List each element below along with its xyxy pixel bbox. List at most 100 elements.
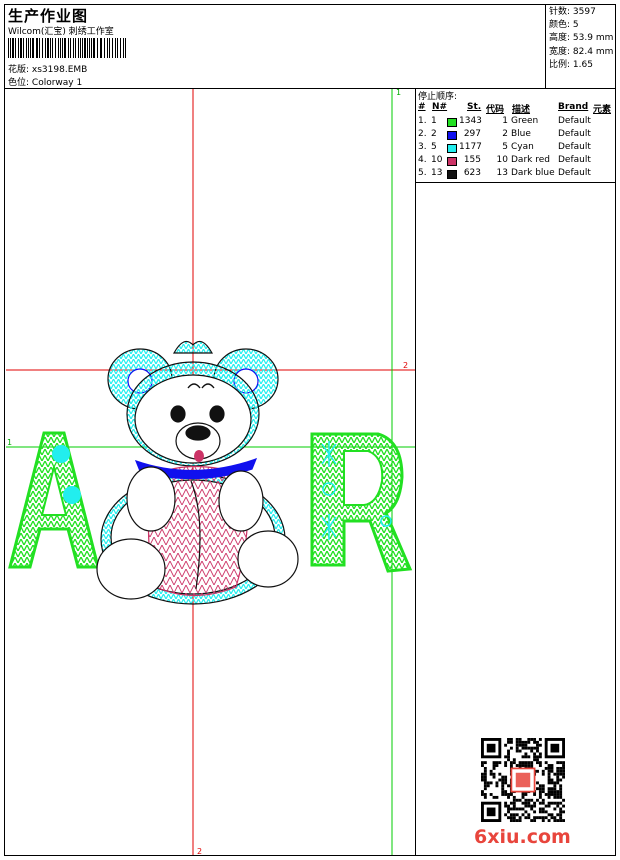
table-divider [415, 182, 616, 183]
colorway-row: 色位: Colorway 1 [8, 75, 82, 88]
barcode-bar [120, 38, 121, 58]
barcode-bar [18, 38, 19, 58]
stop-sequence-title: 停止顺序: [418, 92, 458, 102]
barcode-bar [68, 38, 69, 58]
barcode-bar [58, 38, 59, 58]
row-stitches: 1343 [459, 116, 482, 126]
row-stitches: 155 [463, 155, 481, 165]
stat-height: 高度: 53.9 mm [549, 33, 614, 44]
barcode-bar [104, 38, 105, 58]
barcode-bar [109, 38, 110, 58]
barcode-bar [52, 38, 53, 58]
barcode-bar [84, 38, 86, 58]
color-swatch [447, 157, 457, 166]
barcode-bar [28, 38, 29, 58]
row-description: Cyan [511, 142, 534, 152]
colorway-label: 色位: [8, 78, 30, 88]
col-n: N# [432, 102, 448, 112]
barcode-bar [36, 38, 38, 58]
barcode-bar [97, 38, 98, 58]
row-code: 10 [496, 155, 508, 165]
barcode-bar [125, 38, 126, 58]
row-brand: Default [558, 168, 591, 178]
row-code: 2 [502, 129, 508, 139]
row-description: Dark red [511, 155, 550, 165]
col-st: St. [467, 102, 482, 112]
color-swatch [447, 118, 457, 127]
barcode-bar [78, 38, 79, 58]
letter-r [310, 432, 413, 573]
guide-label-bottom: 2 [197, 847, 202, 855]
barcode-bar [123, 38, 124, 58]
row-needle: 1 [431, 116, 437, 126]
stat-width: 宽度: 82.4 mm [549, 46, 614, 57]
color-swatch [447, 144, 457, 153]
row-description: Green [511, 116, 539, 126]
row-description: Blue [511, 129, 531, 139]
barcode-bar [64, 38, 66, 58]
row-needle: 2 [431, 129, 437, 139]
bear [96, 340, 299, 605]
barcode-bar [15, 38, 16, 58]
stats-divider [545, 4, 546, 88]
barcode-bar [45, 38, 46, 58]
barcode-bar [55, 38, 56, 58]
barcode-bar [112, 38, 113, 58]
row-code: 13 [496, 168, 508, 178]
barcode-bar [39, 38, 40, 58]
stat-scale: 比例: 1.65 [549, 59, 593, 70]
company-name: Wilcom(汇宝) 刺绣工作室 [8, 27, 114, 37]
barcode-bar [91, 38, 92, 58]
barcode-bar [23, 38, 24, 58]
row-brand: Default [558, 155, 591, 165]
row-index: 1. [418, 116, 427, 126]
stat-colors: 颜色: 5 [549, 20, 579, 31]
row-index: 3. [418, 142, 427, 152]
embroidery-preview: 1 2 1 2 [6, 89, 415, 855]
barcode-bar [30, 38, 31, 58]
design-file: xs3198.EMB [31, 65, 88, 75]
barcode-bar [62, 38, 63, 58]
row-stitches: 1177 [459, 142, 482, 152]
col-code: 代码 [486, 105, 505, 115]
barcode-bar [50, 38, 51, 58]
barcode [8, 38, 126, 58]
barcode-bar [82, 38, 83, 58]
row-index: 4. [418, 155, 427, 165]
guide-label-top: 1 [396, 89, 401, 97]
barcode-bar [100, 38, 102, 58]
row-index: 2. [418, 129, 427, 139]
design-row: 花版: xs3198.EMB [8, 62, 87, 75]
row-needle: 10 [431, 155, 443, 165]
barcode-bar [26, 38, 27, 58]
barcode-bar [80, 38, 81, 58]
barcode-bar [93, 38, 95, 58]
barcode-bar [32, 38, 34, 58]
barcode-bar [8, 38, 9, 58]
barcode-bar [117, 38, 118, 58]
row-needle: 5 [431, 142, 437, 152]
guide-label-right: 2 [403, 361, 408, 370]
barcode-bar [20, 38, 22, 58]
row-code: 5 [502, 142, 508, 152]
row-brand: Default [558, 116, 591, 126]
barcode-bar [42, 38, 43, 58]
row-brand: Default [558, 142, 591, 152]
barcode-bar [60, 38, 61, 58]
col-num: # [418, 102, 426, 112]
row-needle: 13 [431, 168, 443, 178]
stats-panel: 针数: 3597 颜色: 5 高度: 53.9 mm 宽度: 82.4 mm 比… [549, 6, 613, 72]
watermark-logo: 6xiu.com [474, 826, 571, 848]
qr-code [481, 738, 565, 822]
barcode-bar [10, 38, 11, 58]
row-code: 1 [502, 116, 508, 126]
color-swatch [447, 131, 457, 140]
barcode-bar [47, 38, 49, 58]
colorway-name: Colorway 1 [31, 78, 83, 88]
sidebar-divider [415, 89, 416, 856]
color-swatch [447, 170, 457, 179]
col-element: 元素 [593, 105, 612, 115]
barcode-bar [70, 38, 71, 58]
barcode-bar [75, 38, 76, 58]
col-brand: Brand [558, 102, 589, 112]
